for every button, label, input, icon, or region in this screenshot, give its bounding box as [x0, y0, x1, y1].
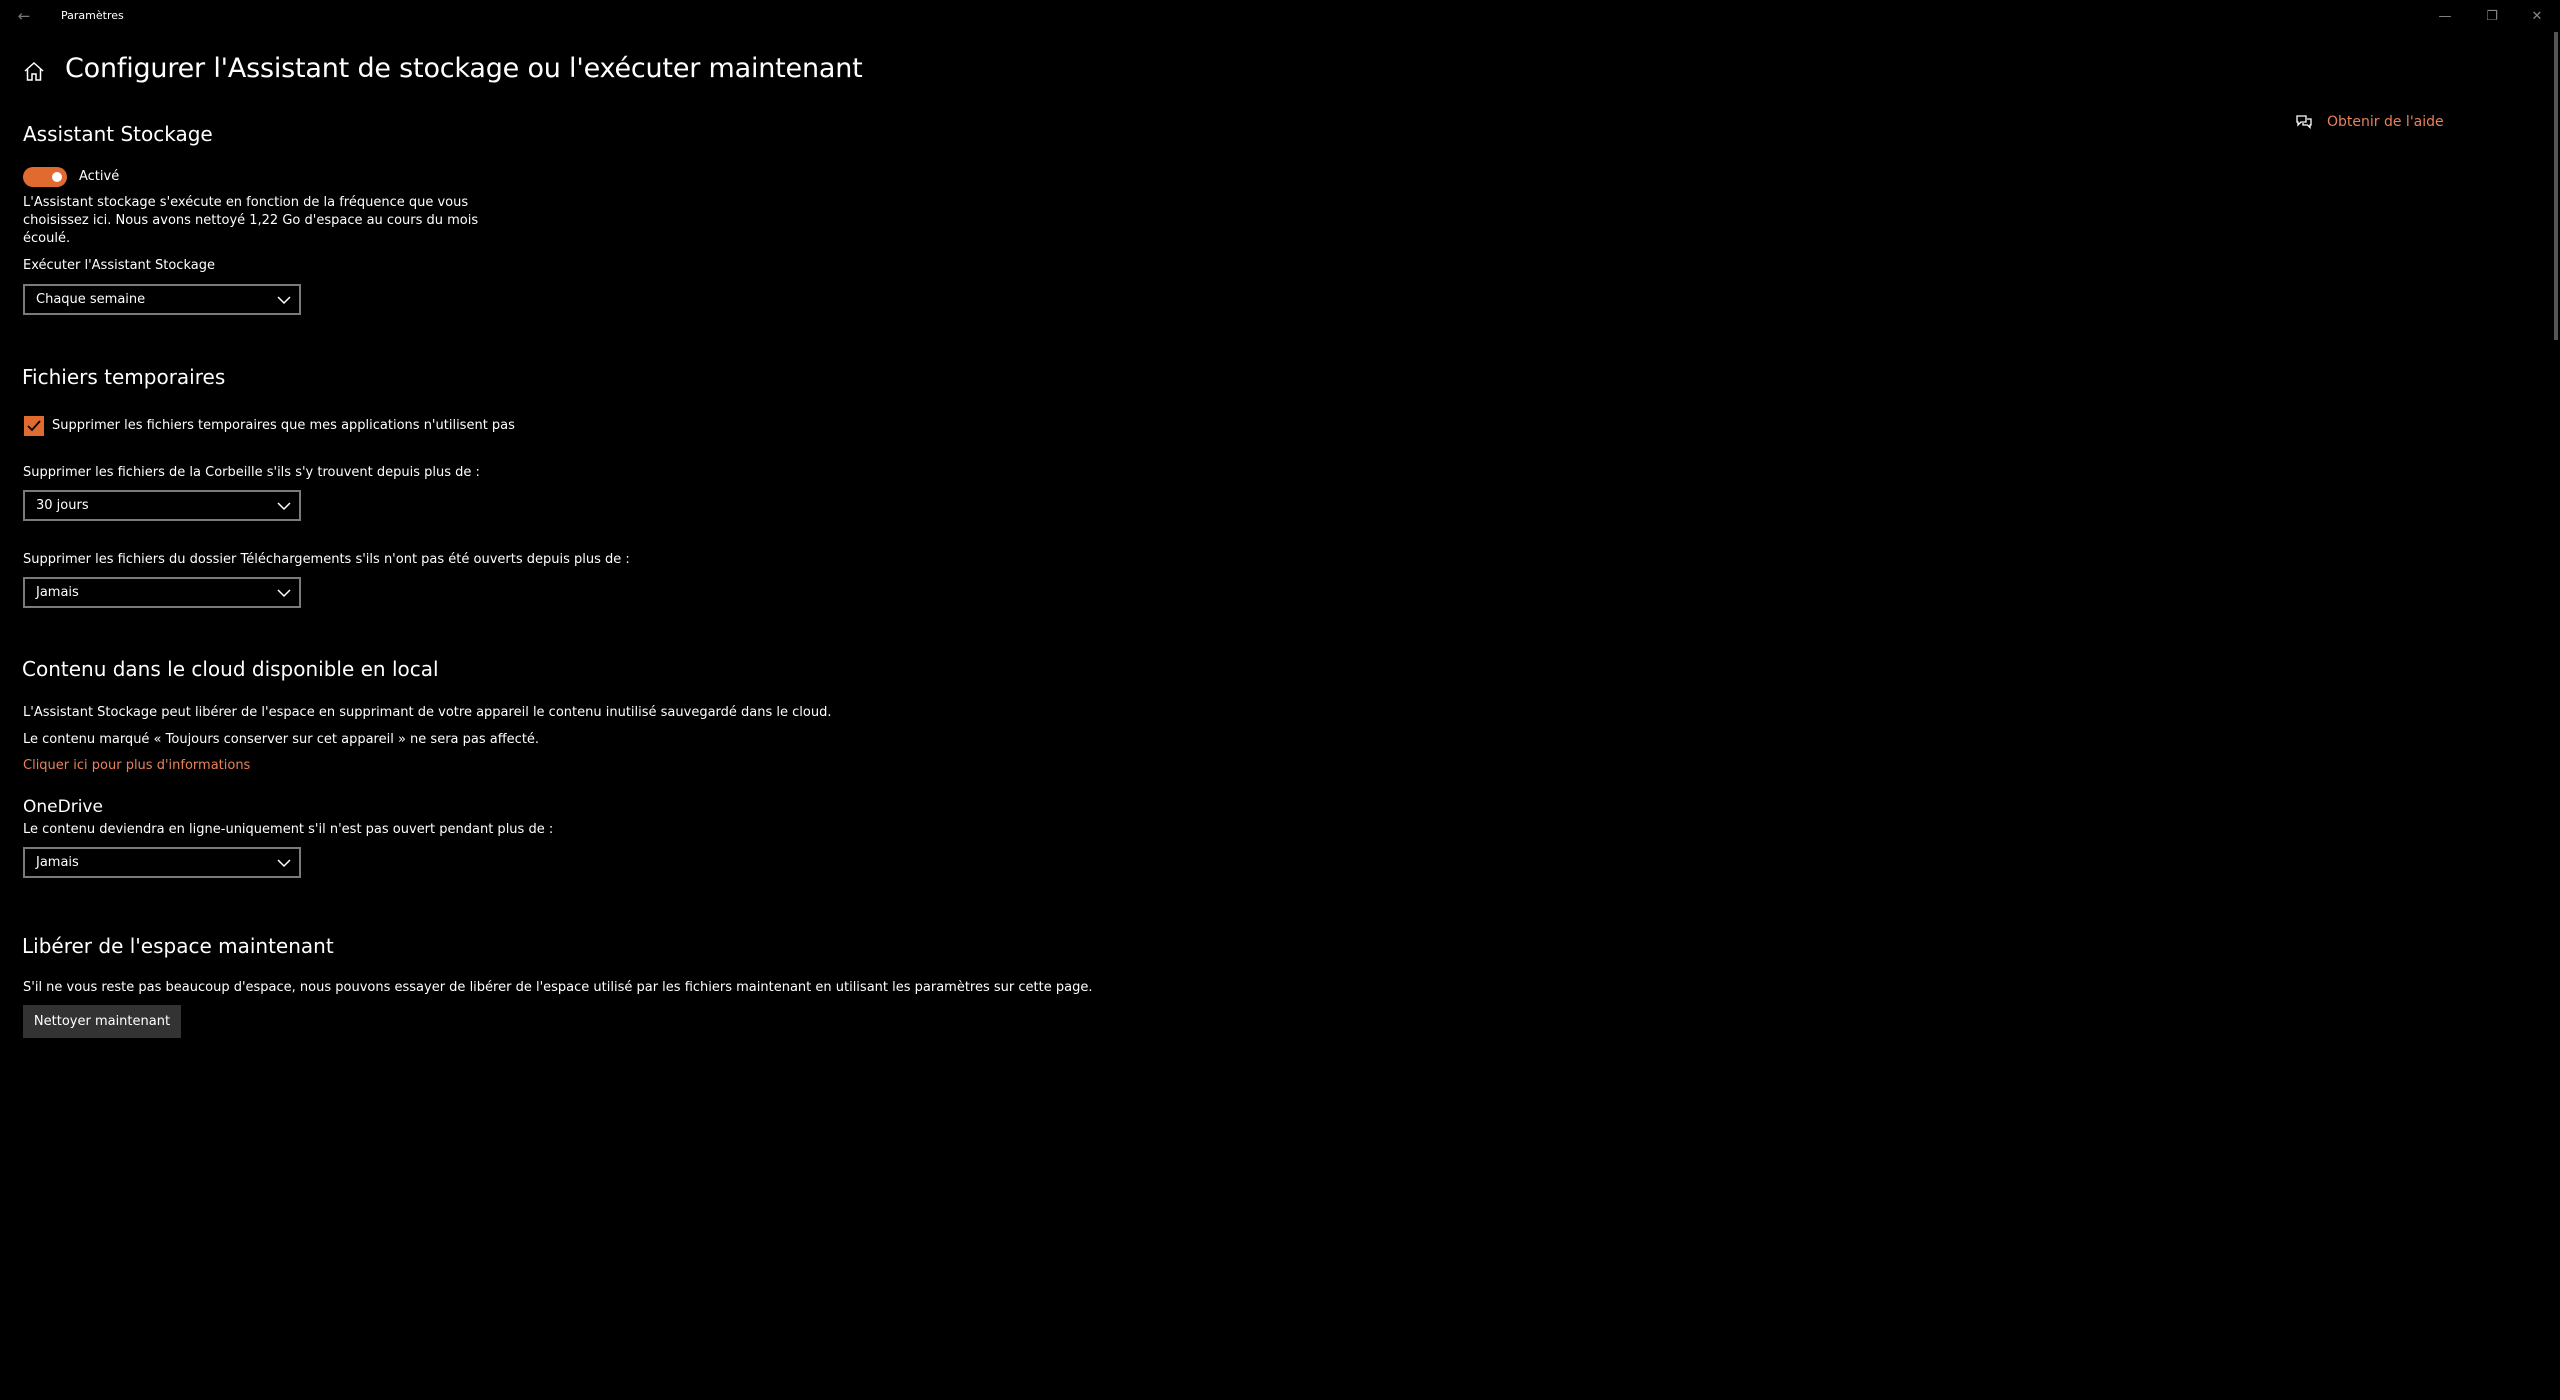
- free-space-description: S'il ne vous reste pas beaucoup d'espace…: [23, 980, 1093, 995]
- delete-temp-files-checkbox[interactable]: [24, 416, 44, 436]
- close-button[interactable]: ✕: [2522, 4, 2552, 28]
- storage-sense-description-2: choisissez ici. Nous avons nettoyé 1,22 …: [23, 213, 479, 228]
- recycle-bin-label: Supprimer les fichiers de la Corbeille s…: [23, 465, 480, 480]
- clean-now-button[interactable]: Nettoyer maintenant: [23, 1005, 181, 1038]
- run-frequency-dropdown[interactable]: Chaque semaine: [23, 284, 301, 315]
- downloads-dropdown[interactable]: Jamais: [23, 577, 301, 608]
- chevron-down-icon: [277, 858, 291, 867]
- recycle-bin-dropdown[interactable]: 30 jours: [23, 490, 301, 521]
- onedrive-value: Jamais: [36, 855, 79, 870]
- temp-files-heading: Fichiers temporaires: [22, 365, 226, 389]
- storage-sense-description-3: écoulé.: [23, 231, 71, 246]
- downloads-label: Supprimer les fichiers du dossier Téléch…: [23, 552, 630, 567]
- storage-sense-heading: Assistant Stockage: [23, 122, 213, 146]
- run-storage-sense-label: Exécuter l'Assistant Stockage: [23, 258, 215, 273]
- minimize-button[interactable]: —: [2430, 4, 2460, 28]
- back-arrow-icon[interactable]: ←: [8, 4, 40, 28]
- chevron-down-icon: [277, 501, 291, 510]
- more-info-link[interactable]: Cliquer ici pour plus d'informations: [23, 758, 250, 773]
- scrollbar[interactable]: [2554, 32, 2558, 340]
- title-bar: [0, 0, 2560, 32]
- delete-temp-files-label: Supprimer les fichiers temporaires que m…: [52, 418, 515, 433]
- app-title: Paramètres: [61, 9, 124, 22]
- toggle-state-label: Activé: [79, 169, 120, 184]
- get-help-link[interactable]: Obtenir de l'aide: [2295, 113, 2444, 131]
- page-title: Configurer l'Assistant de stockage ou l'…: [65, 53, 863, 84]
- chevron-down-icon: [277, 588, 291, 597]
- storage-sense-toggle[interactable]: [23, 167, 67, 187]
- recycle-bin-value: 30 jours: [36, 498, 89, 513]
- storage-sense-description-1: L'Assistant stockage s'exécute en foncti…: [23, 195, 469, 210]
- checkmark-icon: [27, 420, 41, 432]
- cloud-content-heading: Contenu dans le cloud disponible en loca…: [22, 657, 439, 681]
- chevron-down-icon: [277, 295, 291, 304]
- get-help-label: Obtenir de l'aide: [2327, 114, 2444, 130]
- help-chat-icon: [2296, 115, 2312, 130]
- onedrive-title: OneDrive: [23, 797, 103, 817]
- onedrive-label: Le contenu deviendra en ligne-uniquement…: [23, 822, 554, 837]
- restore-button[interactable]: ❐: [2477, 4, 2507, 28]
- cloud-description-1: L'Assistant Stockage peut libérer de l'e…: [23, 705, 832, 720]
- cloud-description-2: Le contenu marqué « Toujours conserver s…: [23, 732, 540, 747]
- downloads-value: Jamais: [36, 585, 79, 600]
- run-frequency-value: Chaque semaine: [36, 292, 146, 307]
- onedrive-dropdown[interactable]: Jamais: [23, 847, 301, 878]
- free-space-heading: Libérer de l'espace maintenant: [22, 934, 334, 958]
- home-icon[interactable]: [22, 60, 46, 84]
